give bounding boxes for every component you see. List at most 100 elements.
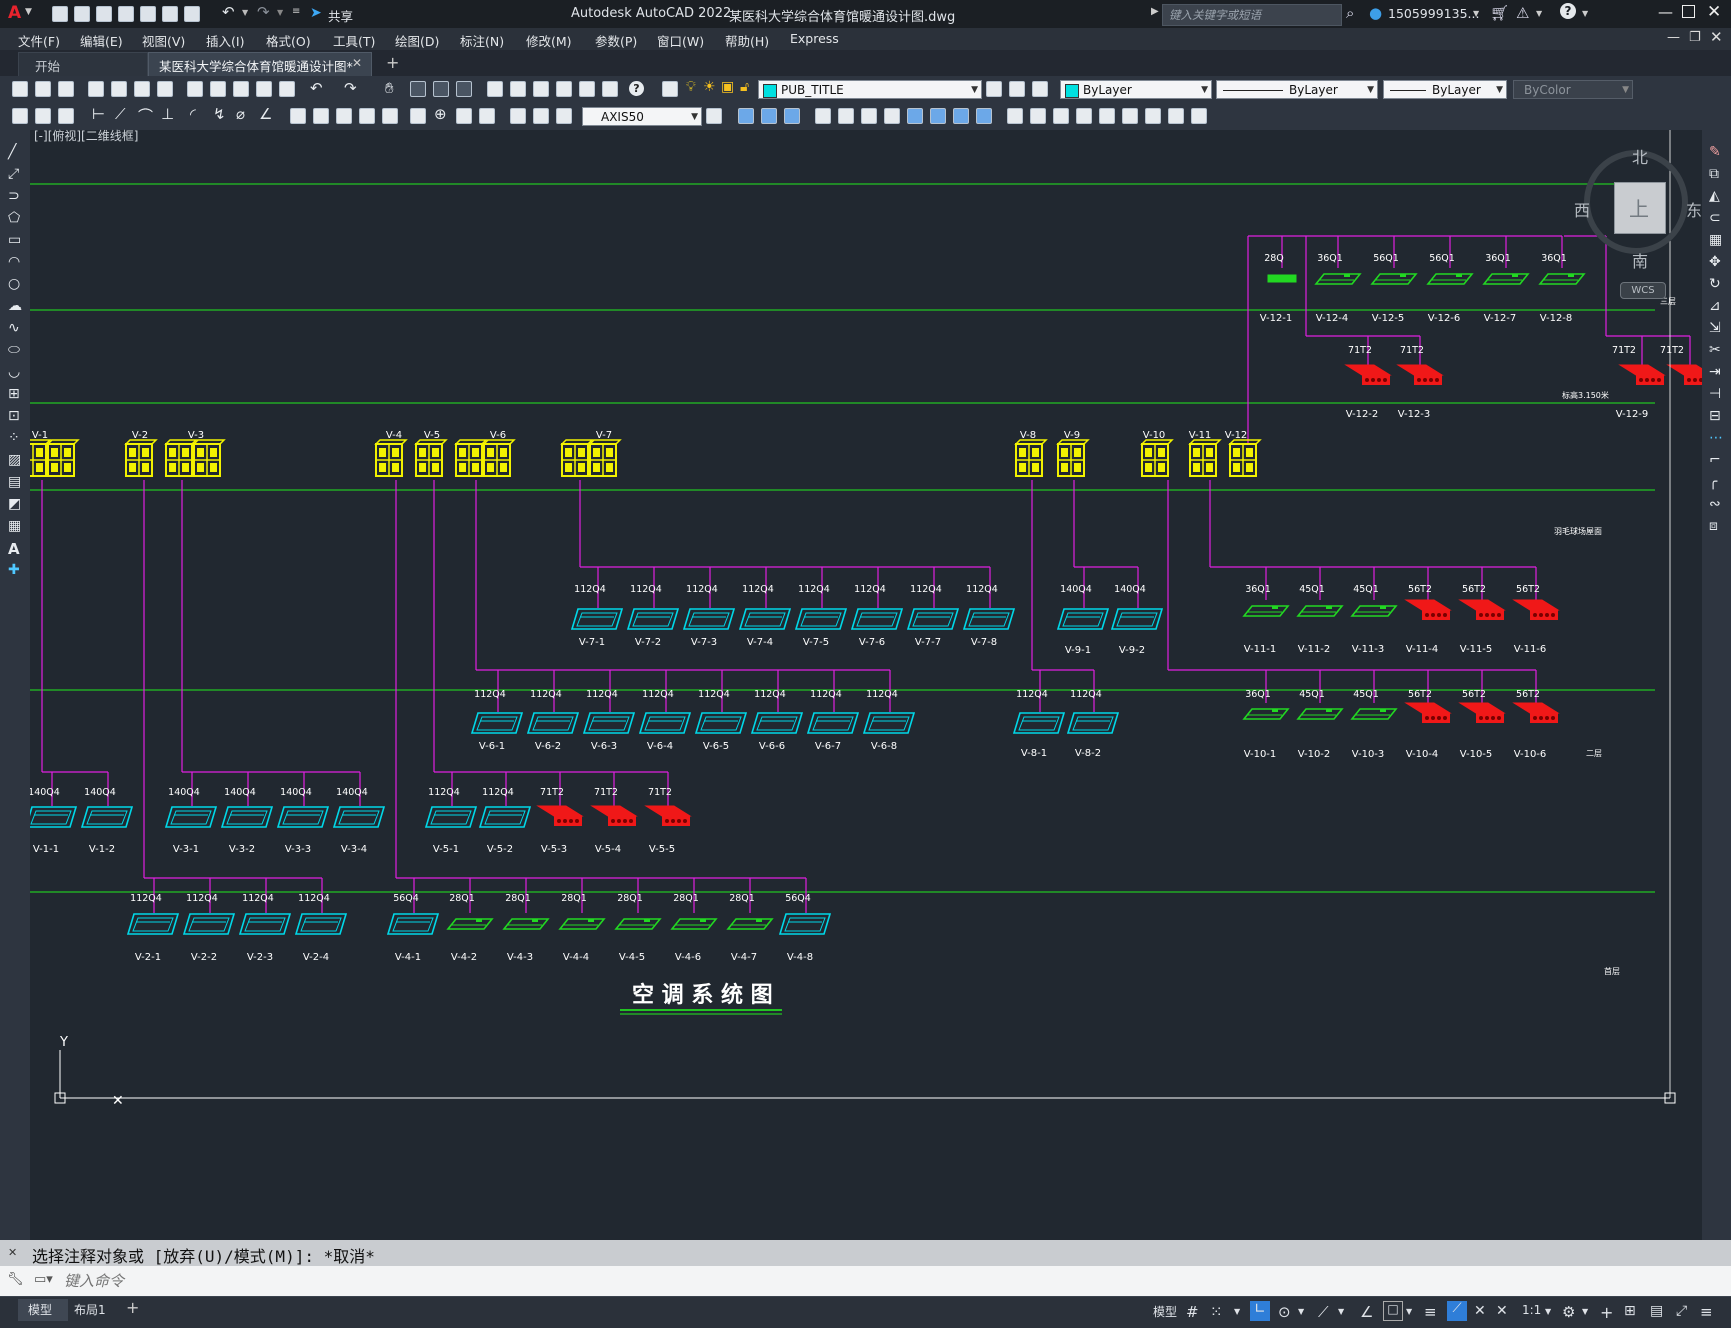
open-icon[interactable]: [35, 81, 51, 97]
layer-copy-icon[interactable]: [1122, 108, 1138, 124]
layer-previous-icon[interactable]: [1009, 81, 1025, 97]
layer-on-icon[interactable]: 💡︎: [686, 79, 696, 95]
group-select-icon[interactable]: [884, 108, 900, 124]
tab-drawing[interactable]: 某医科大学综合体育馆暖通设计图* ✕: [148, 52, 372, 77]
model-space-button[interactable]: 模型: [1153, 1303, 1177, 1321]
layer-unlock-tool-icon[interactable]: [1168, 108, 1184, 124]
units-icon[interactable]: ⊞: [1624, 1303, 1636, 1321]
spline-icon[interactable]: ∿: [8, 320, 22, 336]
layer-freeze-icon[interactable]: ☀: [703, 79, 716, 95]
sheet-set-icon[interactable]: [556, 81, 572, 97]
layer-merge-icon[interactable]: [1030, 108, 1046, 124]
trim-icon[interactable]: ✂: [1709, 342, 1723, 358]
menu-parametric[interactable]: 参数(P): [595, 31, 637, 50]
menu-draw[interactable]: 绘图(D): [395, 31, 439, 50]
save-icon[interactable]: [96, 6, 112, 22]
design-center-icon[interactable]: [510, 81, 526, 97]
inspect-icon[interactable]: [456, 108, 472, 124]
paste-icon[interactable]: [233, 81, 249, 97]
jogged-dim-icon[interactable]: ↯: [213, 105, 226, 123]
table-icon[interactable]: ▦: [8, 518, 22, 534]
dim-style-icon[interactable]: [706, 108, 722, 124]
tolerance-icon[interactable]: [410, 108, 426, 124]
block-editor-icon[interactable]: [279, 81, 295, 97]
line-icon[interactable]: ╱: [8, 144, 22, 160]
revcloud-icon[interactable]: ☁︎: [8, 298, 22, 314]
diameter-dim-icon[interactable]: ⌀: [236, 105, 245, 123]
make-current-layer-icon[interactable]: [986, 81, 1002, 97]
explode-icon[interactable]: ⧈: [1709, 518, 1723, 534]
tab-close-icon[interactable]: ✕: [352, 56, 362, 70]
break-at-point-icon[interactable]: ⊣: [1709, 386, 1723, 402]
draworder-back-icon[interactable]: [761, 108, 777, 124]
web-publish-icon[interactable]: [157, 81, 173, 97]
share-button[interactable]: 共享: [328, 6, 353, 25]
rectangle-icon[interactable]: ▭: [8, 232, 22, 248]
redo-dropdown-icon[interactable]: ▼: [277, 8, 283, 17]
quick-properties-icon[interactable]: ▤: [1650, 1303, 1663, 1321]
linetype-dropdown[interactable]: ByLayer ▼: [1216, 80, 1378, 99]
osnap-dropdown-icon[interactable]: ▼: [1406, 1307, 1412, 1325]
continue-dim-icon[interactable]: [336, 108, 352, 124]
customize-status-icon[interactable]: ≡: [1700, 1303, 1713, 1321]
app-menu-chevron-icon[interactable]: ▼: [25, 7, 32, 17]
center-mark-icon[interactable]: ⊕: [434, 105, 447, 123]
dim-edit-icon[interactable]: [510, 108, 526, 124]
tool-icon-b[interactable]: [35, 108, 51, 124]
layer-vp-freeze-icon[interactable]: ▣: [721, 79, 734, 95]
search-expand-icon[interactable]: ▶: [1151, 6, 1159, 17]
blend-icon[interactable]: ∾: [1709, 496, 1723, 512]
wcs-menu[interactable]: WCS: [1620, 282, 1666, 299]
lineweight-icon[interactable]: ≡: [1424, 1303, 1437, 1321]
doc-restore-icon[interactable]: ❐: [1689, 30, 1701, 45]
menu-format[interactable]: 格式(O): [266, 31, 311, 50]
annotation-visibility-icon[interactable]: ✕: [1474, 1303, 1486, 1321]
rotate-icon[interactable]: ↻: [1709, 276, 1723, 292]
layer-walk-icon[interactable]: [1007, 108, 1023, 124]
arc-icon[interactable]: ◠: [8, 254, 22, 270]
menu-window[interactable]: 窗口(W): [657, 31, 704, 50]
markup-icon[interactable]: [579, 81, 595, 97]
close-icon[interactable]: ✕: [1707, 2, 1721, 22]
cart-icon[interactable]: 🛒︎: [1490, 4, 1509, 22]
command-prompt-icon[interactable]: ▭▾: [34, 1272, 53, 1287]
open-file-icon[interactable]: [74, 6, 90, 22]
open-web-icon[interactable]: [140, 6, 156, 22]
auto-scale-icon[interactable]: ✕: [1496, 1303, 1508, 1321]
draworder-front-icon[interactable]: [738, 108, 754, 124]
add-layout-icon[interactable]: +: [126, 1298, 139, 1317]
join-icon[interactable]: ⋯: [1709, 430, 1723, 446]
arc-dim-icon[interactable]: ⌒: [138, 105, 153, 126]
workspace-dropdown-icon[interactable]: ▼: [1582, 1307, 1588, 1325]
calculator-icon[interactable]: [602, 81, 618, 97]
dim-update-icon[interactable]: [556, 108, 572, 124]
viewcube-north[interactable]: 北: [1632, 144, 1648, 168]
lineweight-dropdown[interactable]: ByLayer ▼: [1383, 80, 1507, 99]
dimstyle-dropdown[interactable]: AXIS50 ▼: [582, 107, 702, 126]
end-isolate-icon[interactable]: [953, 108, 969, 124]
redo-icon[interactable]: ↷: [257, 3, 270, 21]
mirror-icon[interactable]: ◭: [1709, 188, 1723, 204]
help-dropdown-icon[interactable]: ▼: [1582, 9, 1588, 18]
layer-change-icon[interactable]: [1099, 108, 1115, 124]
stretch-icon[interactable]: ⇲: [1709, 320, 1723, 336]
menu-tools[interactable]: 工具(T): [333, 31, 375, 50]
ortho-icon[interactable]: ∟: [1250, 1301, 1270, 1321]
isodraft-icon[interactable]: ⟋: [1318, 1303, 1329, 1321]
search-input[interactable]: 键入关键字或短语: [1162, 4, 1342, 26]
add-selected-icon[interactable]: ✚: [8, 562, 22, 578]
dim-break-icon[interactable]: [382, 108, 398, 124]
ellipse-icon[interactable]: ⬭: [8, 342, 22, 358]
share-icon[interactable]: ➤: [310, 5, 322, 21]
drawing-canvas[interactable]: [-][俯视][二维线框] V-1 V-2 V-3 V-4 V-5 V-6 V-7 V-8 V-…: [30, 129, 1702, 1240]
clean-screen-icon[interactable]: ⤢: [1676, 1303, 1687, 1321]
baseline-dim-icon[interactable]: [313, 108, 329, 124]
annotation-scale[interactable]: 1:1: [1522, 1303, 1541, 1321]
app-logo[interactable]: A: [8, 3, 21, 23]
zoom-realtime-icon[interactable]: [410, 81, 426, 97]
zoom-previous-icon[interactable]: [456, 81, 472, 97]
polar-dropdown-icon[interactable]: ▼: [1298, 1307, 1304, 1325]
polar-icon[interactable]: ⊙: [1278, 1303, 1291, 1321]
osnap-icon[interactable]: □: [1383, 1301, 1403, 1321]
scale-icon[interactable]: ⊿: [1709, 298, 1723, 314]
